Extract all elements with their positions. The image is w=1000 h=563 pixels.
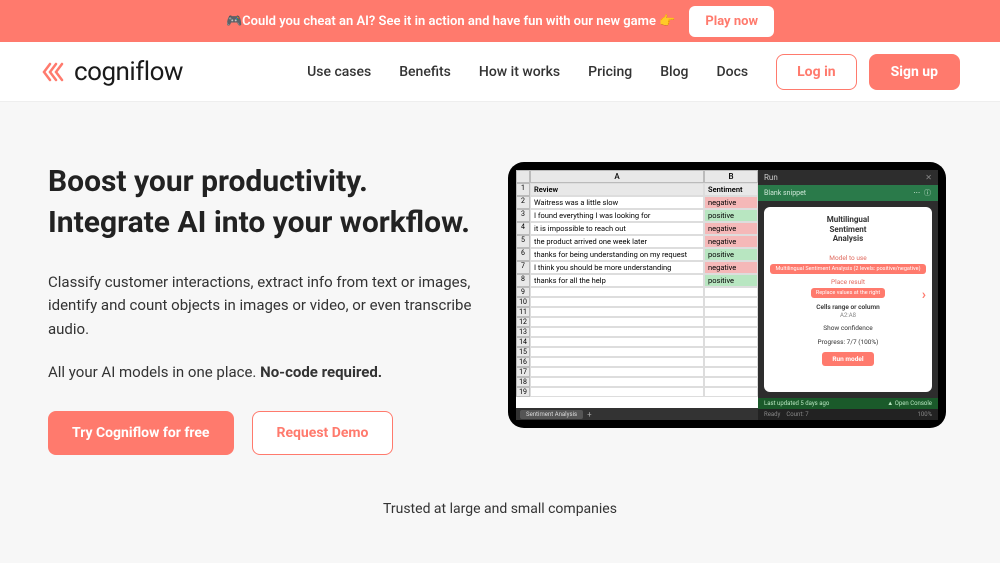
range-label: Cells range or column: [816, 303, 880, 311]
hero-subdesc-bold: No-code required.: [260, 363, 382, 381]
status-ready: Ready: [764, 411, 780, 418]
nav-docs[interactable]: Docs: [717, 64, 749, 80]
hero-title: Boost your productivity. Integrate AI in…: [48, 162, 478, 243]
sentiment-cell: positive: [704, 209, 758, 222]
sheet-tabs: Sentiment Analysis +: [516, 408, 758, 420]
review-cell: it is impossible to reach out: [530, 222, 704, 235]
sentiment-cell: negative: [704, 235, 758, 248]
run-card-title: MultilingualSentimentAnalysis: [827, 215, 870, 244]
navbar: cogniflow Use cases Benefits How it work…: [0, 42, 1000, 102]
show-confidence: Show confidence: [823, 324, 873, 332]
place-label: Place result: [831, 278, 865, 286]
run-model-button: Run model: [822, 352, 873, 366]
model-value: Multilingual Sentiment Analysis (2 level…: [770, 264, 925, 274]
status-count: Count: 7: [786, 411, 808, 418]
hero-section: Boost your productivity. Integrate AI in…: [0, 102, 1000, 475]
col-a-header: A: [530, 170, 704, 183]
close-icon: ✕: [925, 173, 932, 182]
product-mockup: A B 1 Review Sentiment 2Waitress was a l…: [508, 162, 946, 428]
logo[interactable]: cogniflow: [40, 57, 183, 87]
status-zoom: 100%: [917, 411, 932, 418]
col-b-header: B: [704, 170, 758, 183]
snippet-name: Blank snippet: [764, 189, 806, 197]
review-cell: I found everything I was looking for: [530, 209, 704, 222]
add-sheet-icon: +: [587, 410, 592, 419]
nav-benefits[interactable]: Benefits: [399, 64, 451, 80]
logo-text: cogniflow: [74, 57, 183, 87]
hero-title-line1: Boost your productivity.: [48, 164, 368, 199]
review-cell: I think you should be more understanding: [530, 261, 704, 274]
try-free-button[interactable]: Try Cogniflow for free: [48, 411, 234, 455]
hero-subdescription: All your AI models in one place. No-code…: [48, 363, 478, 381]
hero-title-line2: Integrate AI into your workflow.: [48, 205, 470, 240]
run-card: MultilingualSentimentAnalysis Model to u…: [764, 207, 932, 392]
progress-text: Progress: 7/7 (100%): [818, 338, 879, 346]
hero-image: A B 1 Review Sentiment 2Waitress was a l…: [508, 162, 952, 455]
review-cell: thanks for being understanding on my req…: [530, 248, 704, 261]
range-value: A2:A8: [840, 312, 856, 319]
announcement-bar: 🎮Could you cheat an AI? See it in action…: [0, 0, 1000, 42]
last-updated: Last updated 5 days ago: [764, 400, 829, 407]
sentiment-cell: negative: [704, 222, 758, 235]
sentiment-cell: positive: [704, 274, 758, 287]
hero-ctas: Try Cogniflow for free Request Demo: [48, 411, 478, 455]
nav-links: Use cases Benefits How it works Pricing …: [307, 64, 748, 80]
request-demo-button[interactable]: Request Demo: [252, 411, 394, 455]
sheet-tab: Sentiment Analysis: [520, 410, 583, 419]
login-button[interactable]: Log in: [776, 54, 857, 90]
run-title: Run: [764, 173, 778, 182]
review-cell: thanks for all the help: [530, 274, 704, 287]
trusted-heading: Trusted at large and small companies: [0, 501, 1000, 517]
more-icon: ⋯ ⓘ: [913, 188, 932, 198]
chevron-right-icon: ›: [922, 287, 926, 303]
hero-description: Classify customer interactions, extract …: [48, 271, 478, 341]
model-label: Model to use: [829, 254, 866, 262]
review-header: Review: [530, 183, 704, 196]
run-panel: Run ✕ Blank snippet ⋯ ⓘ MultilingualSent…: [758, 170, 938, 420]
logo-icon: [40, 60, 68, 84]
sentiment-header: Sentiment: [704, 183, 758, 196]
nav-pricing[interactable]: Pricing: [588, 64, 632, 80]
play-now-button[interactable]: Play now: [689, 6, 774, 37]
announcement-text: 🎮Could you cheat an AI? See it in action…: [226, 14, 675, 29]
nav-blog[interactable]: Blog: [660, 64, 688, 80]
nav-how-it-works[interactable]: How it works: [479, 64, 560, 80]
review-cell: Waitress was a little slow: [530, 196, 704, 209]
hero-content: Boost your productivity. Integrate AI in…: [48, 162, 478, 455]
sentiment-cell: positive: [704, 248, 758, 261]
hero-subdesc-prefix: All your AI models in one place.: [48, 363, 260, 381]
sentiment-cell: negative: [704, 196, 758, 209]
signup-button[interactable]: Sign up: [869, 54, 960, 90]
open-console: ▲ Open Console: [887, 400, 932, 407]
sentiment-cell: negative: [704, 261, 758, 274]
place-value: Replace values at the right: [811, 288, 885, 298]
review-cell: the product arrived one week later: [530, 235, 704, 248]
spreadsheet-panel: A B 1 Review Sentiment 2Waitress was a l…: [516, 170, 758, 420]
nav-use-cases[interactable]: Use cases: [307, 64, 371, 80]
